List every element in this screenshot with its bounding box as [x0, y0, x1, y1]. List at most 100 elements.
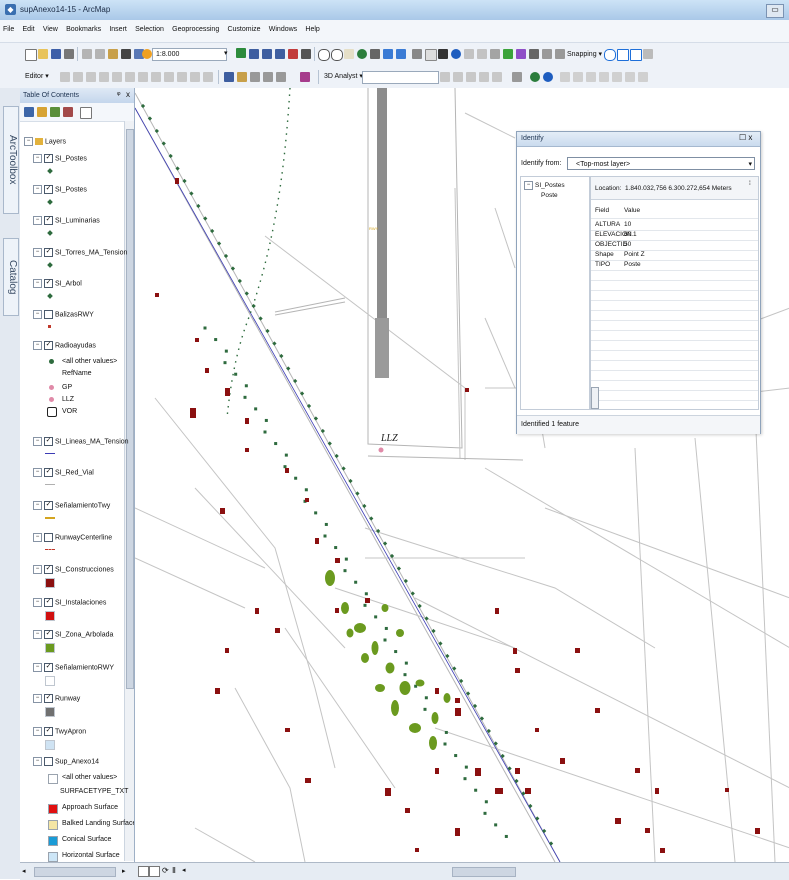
layer-visibility-checkbox[interactable]: ✓ [44, 727, 53, 736]
catalog-window-icon[interactable] [262, 49, 272, 59]
layout-view-icon[interactable] [149, 866, 160, 877]
tree-zone-polygon[interactable] [354, 623, 366, 633]
pole-point[interactable] [484, 800, 488, 804]
arcscene-icon[interactable] [530, 72, 540, 82]
pole-point[interactable] [294, 476, 298, 480]
vertical-line-icon[interactable] [612, 72, 622, 82]
toc-root-layers[interactable]: − Layers [24, 137, 66, 147]
topology-icon[interactable] [263, 72, 273, 82]
new-document-icon[interactable] [25, 49, 37, 61]
layer-visibility-checkbox[interactable] [44, 310, 53, 319]
full-extent-icon[interactable] [357, 49, 367, 59]
edit-tool-icon[interactable] [60, 72, 70, 82]
llz-point[interactable] [378, 447, 384, 453]
building-polygon[interactable] [595, 708, 600, 713]
layer-editing-icon[interactable] [250, 72, 260, 82]
pole-point[interactable] [214, 338, 218, 342]
menu-customize[interactable]: Customize [224, 20, 263, 33]
building-polygon[interactable] [495, 788, 503, 794]
pole-point[interactable] [424, 696, 428, 700]
pole-point[interactable] [494, 823, 498, 827]
collapse-icon[interactable]: − [33, 501, 42, 510]
toc-layer-row[interactable]: − ✓ SI_Instalaciones [33, 598, 106, 608]
contour-icon[interactable] [453, 72, 463, 82]
chevron-down-icon[interactable] [440, 72, 450, 82]
3d-analyst-layer-select[interactable] [362, 71, 439, 84]
steepest-path-icon[interactable] [466, 72, 476, 82]
edit-vertices-icon[interactable] [138, 72, 148, 82]
snapping-menu[interactable]: Snapping ▾ [567, 50, 602, 58]
point-snapping-icon[interactable] [604, 49, 616, 61]
building-polygon[interactable] [275, 628, 280, 633]
pole-point[interactable] [548, 841, 554, 846]
toc-layer-row[interactable]: − ✓ Runway [33, 694, 80, 704]
building-polygon[interactable] [515, 668, 520, 673]
layer-visibility-checkbox[interactable]: ✓ [44, 279, 53, 288]
menu-edit[interactable]: Edit [20, 20, 38, 33]
print-icon[interactable] [64, 49, 74, 59]
toc-layer-row[interactable]: − ✓ SeñalamientoTwy [33, 501, 110, 511]
collapse-icon[interactable]: − [33, 248, 42, 257]
toc-layer-row[interactable]: − ✓ SI_Torres_MA_Tension [33, 248, 127, 258]
layer-visibility-checkbox[interactable]: ✓ [44, 185, 53, 194]
attributes-icon[interactable] [203, 72, 213, 82]
building-polygon[interactable] [725, 788, 729, 792]
building-polygon[interactable] [455, 698, 460, 703]
collapse-icon[interactable]: − [33, 468, 42, 477]
pole-point[interactable] [443, 742, 447, 746]
layer-visibility-checkbox[interactable]: ✓ [44, 694, 53, 703]
building-polygon[interactable] [225, 388, 230, 396]
go-to-xy-icon[interactable] [529, 49, 539, 59]
layer-visibility-checkbox[interactable]: ✓ [44, 501, 53, 510]
collapse-icon[interactable]: − [33, 279, 42, 288]
layer-visibility-checkbox[interactable]: ✓ [44, 154, 53, 163]
layer-visibility-checkbox[interactable]: ✓ [44, 598, 53, 607]
close-icon[interactable]: ☐ x [739, 133, 752, 142]
building-polygon[interactable] [175, 178, 179, 184]
reshape-icon[interactable] [151, 72, 161, 82]
edge-snapping-icon[interactable] [643, 49, 653, 59]
layer-visibility-checkbox[interactable]: ✓ [44, 663, 53, 672]
location-menu-icon[interactable]: ⁞ [749, 180, 751, 187]
profile-icon[interactable] [492, 72, 502, 82]
pole-point[interactable] [224, 349, 228, 353]
straight-segment-icon[interactable] [86, 72, 96, 82]
tree-zone-polygon[interactable] [385, 662, 395, 674]
point-tool-icon[interactable] [125, 72, 135, 82]
refresh-icon[interactable]: ⟳ [162, 866, 169, 875]
menu-windows[interactable]: Windows [266, 20, 300, 33]
arcglobe-icon[interactable] [543, 72, 553, 82]
pole-point[interactable] [223, 361, 227, 365]
table-of-contents-icon[interactable] [249, 49, 259, 59]
collapse-icon[interactable]: − [24, 137, 33, 146]
line-of-sight-icon[interactable] [479, 72, 489, 82]
layer-visibility-checkbox[interactable]: ✓ [44, 248, 53, 257]
tree-zone-polygon[interactable] [361, 653, 369, 663]
identify-from-select[interactable]: <Top-most layer> ▾ [567, 157, 755, 170]
find-icon[interactable] [503, 49, 513, 59]
collapse-icon[interactable]: − [33, 437, 42, 446]
edit-annotation-icon[interactable] [73, 72, 83, 82]
tree-zone-polygon[interactable] [375, 684, 385, 692]
building-polygon[interactable] [195, 338, 199, 342]
create-viewer-icon[interactable] [555, 49, 565, 59]
terrain-icon[interactable] [599, 72, 609, 82]
pole-point[interactable] [383, 638, 387, 642]
identify-icon[interactable] [451, 49, 461, 59]
fixed-zoom-icon[interactable] [370, 49, 380, 59]
forward-extent-icon[interactable] [396, 49, 406, 59]
building-polygon[interactable] [513, 648, 517, 654]
3d-analyst-menu[interactable]: 3D Analyst ▾ [324, 72, 363, 80]
collapse-icon[interactable]: − [33, 185, 42, 194]
zoom-out-icon[interactable] [331, 49, 343, 61]
pan-icon[interactable] [344, 49, 354, 59]
pole-point[interactable] [474, 788, 478, 792]
arctoolbox-tab[interactable]: ArcToolbox [3, 106, 19, 214]
menu-file[interactable]: File [0, 20, 17, 33]
pole-point[interactable] [344, 557, 348, 561]
tree-zone-polygon[interactable] [371, 641, 379, 655]
time-slider-icon[interactable] [542, 49, 552, 59]
paste-icon[interactable] [108, 49, 118, 59]
sketch-properties-icon[interactable] [224, 72, 234, 82]
search-window-icon[interactable] [275, 49, 285, 59]
